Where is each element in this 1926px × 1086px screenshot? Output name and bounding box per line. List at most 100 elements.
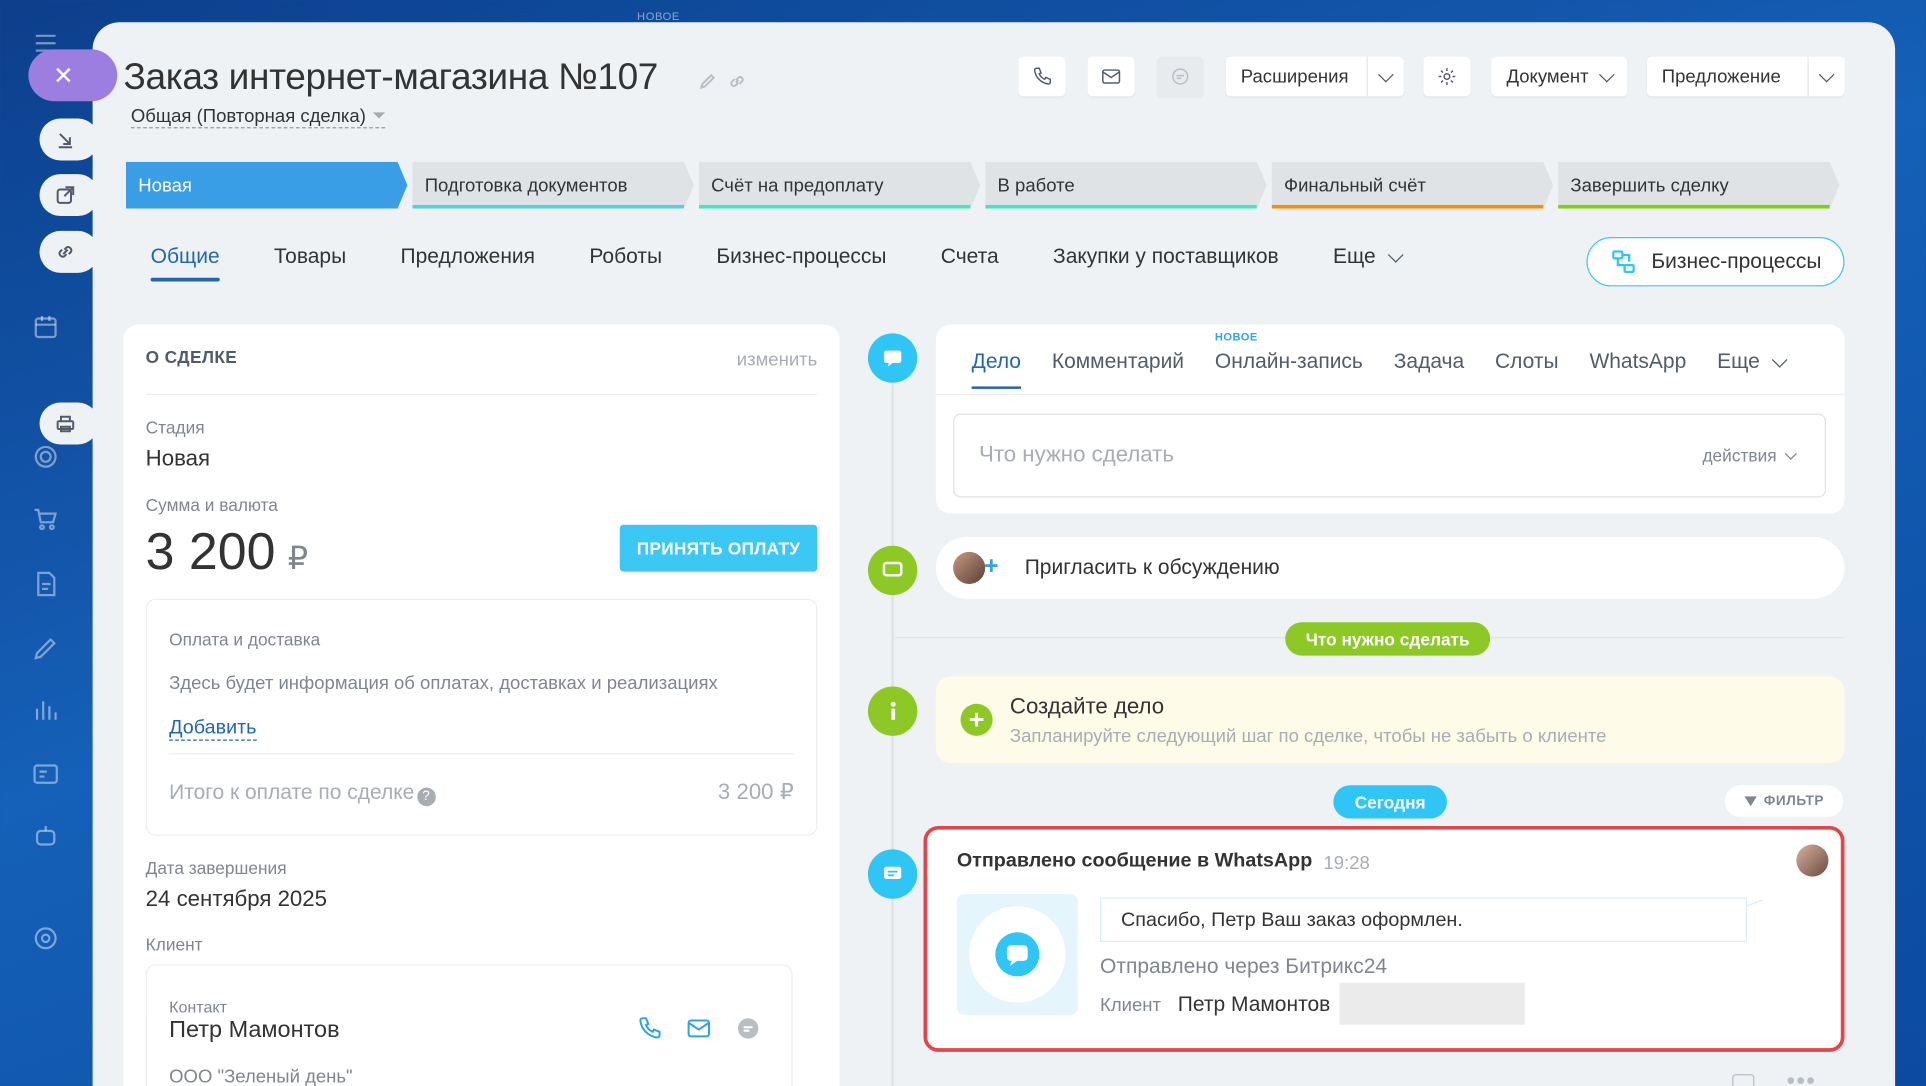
- create-activity-card[interactable]: + Создайте дело Запланируйте следующий ш…: [935, 676, 1845, 763]
- cart-icon[interactable]: [27, 500, 64, 537]
- extensions-button[interactable]: Расширения: [1225, 56, 1404, 97]
- filter-button[interactable]: ФИЛЬТР: [1724, 785, 1844, 818]
- tab-slots[interactable]: Слоты: [1495, 349, 1559, 389]
- discussion-dot: [867, 545, 918, 596]
- tab-general[interactable]: Общие: [150, 244, 220, 282]
- stage-new[interactable]: Новая: [126, 162, 407, 209]
- tab-task[interactable]: Задача: [1394, 349, 1464, 389]
- contact-name[interactable]: Петр Мамонтов: [169, 1017, 339, 1044]
- open-new-window-button[interactable]: [39, 174, 99, 217]
- plus-icon[interactable]: +: [960, 703, 993, 736]
- stage-in-progress[interactable]: В работе: [985, 162, 1266, 209]
- document-icon[interactable]: [27, 565, 64, 602]
- proposal-label: Предложение: [1661, 66, 1781, 88]
- message-dot: [867, 849, 918, 899]
- contact-card: Контакт Петр Мамонтов ООО "Зеленый день": [145, 964, 793, 1086]
- payment-delivery-box: Оплата и доставка Здесь будет информация…: [145, 598, 818, 836]
- stage-final-invoice[interactable]: Финальный счёт: [1272, 162, 1553, 209]
- tab-comment[interactable]: Комментарий: [1052, 349, 1184, 389]
- email-button[interactable]: [1087, 56, 1135, 97]
- help-icon[interactable]: ?: [416, 787, 436, 807]
- filter-label: ФИЛЬТР: [1763, 793, 1825, 809]
- tab-more-label: Еще: [1333, 244, 1376, 268]
- close-date-label: Дата завершения: [145, 858, 287, 878]
- new-badge-top: НОВОЕ: [637, 9, 680, 23]
- copy-link-button[interactable]: [39, 230, 99, 273]
- blurred-phone: [1339, 982, 1525, 1025]
- add-link[interactable]: Добавить: [169, 717, 257, 741]
- chat-bubble-icon: [882, 561, 903, 577]
- external-link-icon: [56, 186, 75, 204]
- left-rail: [0, 0, 93, 1086]
- tab-robots[interactable]: Роботы: [589, 244, 662, 281]
- tab-products[interactable]: Товары: [274, 244, 346, 281]
- chat-button[interactable]: [1156, 56, 1204, 97]
- robot-icon[interactable]: [27, 817, 64, 854]
- stage-docs[interactable]: Подготовка документов: [412, 162, 693, 209]
- stage-finish[interactable]: Завершить сделку: [1558, 162, 1839, 209]
- pen-icon[interactable]: [27, 630, 64, 667]
- phone-icon[interactable]: [636, 1015, 663, 1042]
- tab-bizproc[interactable]: Бизнес-процессы: [716, 244, 886, 281]
- todo-input[interactable]: Что нужно сделать действия: [953, 413, 1826, 498]
- more-icon[interactable]: •••: [1786, 1069, 1816, 1086]
- tab-whatsapp[interactable]: WhatsApp: [1589, 349, 1686, 389]
- app-stage: НОВОЕ Заказ интернет-магазина №107 Общая…: [0, 0, 1926, 1086]
- close-date-value: 24 сентября 2025: [145, 886, 328, 912]
- note-icon[interactable]: [1732, 1074, 1755, 1086]
- settings-button[interactable]: [1423, 56, 1471, 97]
- settings-icon[interactable]: [27, 920, 64, 957]
- chevron-down-icon[interactable]: [1807, 56, 1844, 97]
- phone-icon: [1033, 67, 1052, 85]
- calendar-icon[interactable]: [27, 309, 64, 346]
- page-title: Заказ интернет-магазина №107: [123, 56, 659, 98]
- bizproc-button[interactable]: Бизнес-процессы: [1586, 237, 1845, 287]
- tab-booking[interactable]: Онлайн-запись: [1215, 349, 1363, 389]
- actions-dropdown[interactable]: действия: [1702, 446, 1797, 465]
- document-label: Документ: [1506, 66, 1589, 88]
- accept-payment-button[interactable]: ПРИНЯТЬ ОПЛАТУ: [619, 524, 818, 572]
- company-name[interactable]: ООО "Зеленый день": [169, 1067, 352, 1086]
- stage-prepay-invoice[interactable]: Счёт на предоплату: [699, 162, 980, 209]
- wa-sent-via: Отправлено через Битрикс24: [1100, 954, 1388, 978]
- activity-editor: НОВОЕ Дело Комментарий Онлайн-запись Зад…: [935, 324, 1845, 514]
- card-icon[interactable]: [27, 756, 64, 793]
- card-footer-icons: •••: [1732, 1069, 1816, 1086]
- bizproc-icon: [1611, 250, 1635, 274]
- section-header: О СДЕЛКЕ: [145, 346, 238, 367]
- tab-activity[interactable]: Дело: [971, 349, 1021, 389]
- link-icon: [58, 246, 73, 258]
- deal-tabs: Общие Товары Предложения Роботы Бизнес-п…: [150, 244, 1456, 282]
- deal-slider: Заказ интернет-магазина №107 Общая (Повт…: [92, 22, 1896, 1086]
- deal-category-label: Общая (Повторная сделка): [130, 106, 366, 128]
- new-badge: НОВОЕ: [1214, 330, 1258, 344]
- chevron-down-icon[interactable]: [1366, 56, 1404, 97]
- deal-category[interactable]: Общая (Повторная сделка): [130, 106, 386, 129]
- invite-label: Пригласить к обсуждению: [1024, 555, 1280, 580]
- chat-icon[interactable]: [735, 1015, 762, 1042]
- pencil-icon[interactable]: [698, 72, 718, 98]
- tab-invoices[interactable]: Счета: [941, 244, 999, 281]
- proposal-button[interactable]: Предложение: [1646, 56, 1845, 97]
- stage-label: Финальный счёт: [1283, 174, 1426, 196]
- link-icon[interactable]: [727, 72, 747, 98]
- tab-more[interactable]: Еще: [1333, 244, 1404, 281]
- avatar[interactable]: [1796, 844, 1829, 877]
- wa-client-name[interactable]: Петр Мамонтов: [1178, 993, 1330, 1018]
- change-link[interactable]: изменить: [737, 349, 818, 370]
- sum-field-label: Сумма и валюта: [145, 495, 278, 515]
- tab-more[interactable]: Еще: [1717, 349, 1789, 389]
- invite-discussion[interactable]: + Пригласить к обсуждению: [935, 537, 1845, 599]
- tab-purchases[interactable]: Закупки у поставщиков: [1053, 244, 1279, 281]
- tab-proposals[interactable]: Предложения: [400, 244, 535, 281]
- chart-icon[interactable]: [27, 691, 64, 728]
- print-button[interactable]: [39, 402, 99, 445]
- call-button[interactable]: [1018, 56, 1066, 97]
- mail-icon[interactable]: [685, 1015, 712, 1042]
- wa-header: Отправлено сообщение в WhatsApp: [956, 850, 1313, 872]
- todo-pill: Что нужно сделать: [1285, 622, 1491, 656]
- document-button[interactable]: Документ: [1491, 56, 1628, 97]
- minimize-button[interactable]: [39, 118, 99, 161]
- close-button[interactable]: ✕: [28, 49, 118, 102]
- gear-icon: [1438, 68, 1456, 85]
